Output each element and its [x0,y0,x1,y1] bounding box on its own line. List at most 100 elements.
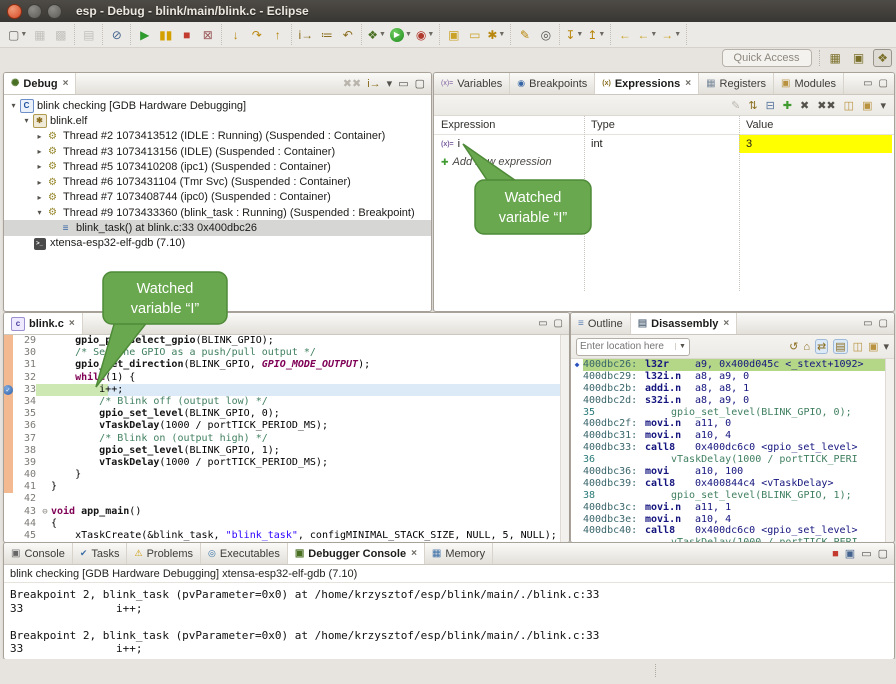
editor-minimize-icon[interactable]: ▭ [538,318,547,329]
debug-tree-item[interactable]: ▸⚙Thread #2 1073413512 (IDLE : Running) … [4,129,431,144]
refresh-icon[interactable]: ↺ [789,340,798,353]
remove-expression-icon[interactable]: ✖ [800,99,809,112]
code-line[interactable]: 39 vTaskDelay(1000 / portTICK_PERIOD_MS)… [4,457,569,469]
suspend-button[interactable]: ▮▮ [155,25,176,44]
expressions-maximize-icon[interactable]: ▢ [879,78,888,89]
dropdown-arrow-icon[interactable]: ▼ [379,31,386,38]
sync-active-context-icon[interactable]: ⇄ [815,339,828,354]
debug-tree-item[interactable]: ▸⚙Thread #7 1073408744 (ipc0) (Suspended… [4,190,431,205]
minimize-icon[interactable]: ▭ [861,547,871,560]
disassembly-minimize-icon[interactable]: ▭ [863,318,872,329]
annotate-button[interactable]: ✎ [514,25,535,44]
dropdown-arrow-icon[interactable]: ▼ [20,31,27,38]
open-perspective-button[interactable]: ▦ [827,50,844,66]
new-view-icon[interactable]: ◫ [844,99,854,112]
code-line[interactable]: 43⊖void app_main() [4,506,569,518]
save-button[interactable]: ▦ [29,25,50,44]
remove-all-terminated-icon[interactable]: ✖✖ [343,77,361,90]
step-into-button[interactable]: ↓ [225,25,246,44]
marker-column[interactable] [4,457,13,469]
go-to-line-button[interactable]: ↥▼ [585,25,607,44]
view-menu-icon[interactable]: ▾ [387,77,393,90]
debug-perspective-button[interactable]: ❖ [873,49,892,67]
dropdown-arrow-icon[interactable]: ▼ [674,31,681,38]
dropdown-arrow-icon[interactable]: ▼ [405,31,412,38]
new-project-button[interactable]: ▣ [443,25,464,44]
home-icon[interactable]: ⌂ [803,341,810,353]
collapse-all-icon[interactable]: ⊟ [766,99,775,112]
forward-button[interactable]: →▼ [659,25,683,44]
tree-expand-icon[interactable]: ▸ [34,147,45,156]
code-line[interactable]: 35 gpio_set_level(BLINK_GPIO, 0); [4,408,569,420]
code-line[interactable]: 45 xTaskCreate(&blink_task, "blink_task"… [4,530,569,542]
tab-modules[interactable]: ▣Modules [774,73,844,94]
close-icon[interactable]: × [685,78,691,89]
print-button[interactable]: ▤ [78,25,99,44]
tab-breakpoints[interactable]: ◉Breakpoints [510,73,595,94]
close-icon[interactable]: × [69,318,75,329]
dropdown-arrow-icon[interactable]: ▼ [427,31,434,38]
disassembly-maximize-icon[interactable]: ▢ [879,318,888,329]
location-combo[interactable]: ▼ [576,338,690,356]
debug-tree-item[interactable]: ≡blink_task() at blink.c:33 0x400dbc26 [4,220,431,235]
debug-tree-item[interactable]: ▸⚙Thread #3 1073413156 (IDLE) (Suspended… [4,144,431,159]
instruction-stepping-mode-icon[interactable]: i→ [367,78,380,90]
cpp-perspective-button[interactable]: ▣ [850,50,867,66]
debug-tree-item[interactable]: ▸⚙Thread #6 1073431104 (Tmr Svc) (Suspen… [4,174,431,189]
view-menu-icon[interactable]: ▾ [883,340,889,353]
tree-expand-icon[interactable]: ▸ [34,193,45,202]
code-line[interactable]: 42 [4,493,569,505]
step-over-button[interactable]: ↷ [246,25,267,44]
marker-column[interactable]: ✓ [4,384,13,396]
close-icon[interactable]: × [411,548,417,559]
remove-all-expressions-icon[interactable]: ✖✖ [817,99,835,112]
tab-console[interactable]: ▣Console [4,543,73,564]
tab-disassembly[interactable]: ▤Disassembly× [631,313,738,334]
overview-ruler[interactable] [560,335,569,542]
tree-expand-icon[interactable]: ▸ [34,132,45,141]
marker-column[interactable] [4,518,13,530]
column-header-expression[interactable]: Expression [434,116,584,134]
disconnect-button[interactable]: ⊠ [197,25,218,44]
new-button[interactable]: ▢▼ [6,25,29,44]
code-line[interactable]: 40 } [4,469,569,481]
dropdown-arrow-icon[interactable]: ▼ [650,31,657,38]
code-line[interactable]: 36 vTaskDelay(1000 / portTICK_PERIOD_MS)… [4,420,569,432]
marker-column[interactable] [4,335,13,347]
show-logical-structure-icon[interactable]: ⇅ [748,99,757,112]
tab-registers[interactable]: ▦Registers [699,73,774,94]
run-button[interactable]: ▶▼ [388,25,414,44]
tab-debug[interactable]: ✺ Debug × [4,73,76,94]
marker-column[interactable] [4,481,13,493]
column-header-type[interactable]: Type [584,116,739,134]
dropdown-arrow-icon[interactable]: ▼ [498,31,505,38]
window-maximize-button[interactable] [47,4,62,19]
tab-outline[interactable]: ≡Outline [571,313,631,334]
marker-column[interactable] [4,420,13,432]
search-button[interactable]: ◎ [535,25,556,44]
display-selected-console-icon[interactable]: ▣ [845,547,855,560]
code-line[interactable]: 34 /* Blink off (output low) */ [4,396,569,408]
code-line[interactable]: 38 gpio_set_level(BLINK_GPIO, 1); [4,445,569,457]
close-icon[interactable]: × [63,78,69,89]
tree-expand-icon[interactable]: ▾ [21,116,32,125]
pin-view-icon[interactable]: ▣ [868,340,878,353]
marker-column[interactable] [4,530,13,542]
disassembly-content[interactable]: ◆400dbc26:l32ra9, 0x400d045c <_stext+109… [571,359,886,542]
marker-column[interactable] [4,347,13,359]
marker-column[interactable] [4,445,13,457]
dropdown-arrow-icon[interactable]: ▼ [598,31,605,38]
marker-column[interactable] [4,396,13,408]
open-element-button[interactable]: ▭ [464,25,485,44]
view-menu-icon[interactable]: ▾ [880,99,886,112]
step-return-button[interactable]: ↑ [267,25,288,44]
tab-executables[interactable]: ◎Executables [201,543,288,564]
maximize-icon[interactable]: ▢ [415,77,425,90]
instruction-stepping-button[interactable]: i→ [295,25,316,44]
tab-blink-c[interactable]: c blink.c × [4,313,83,334]
marker-column[interactable] [4,506,13,518]
maximize-icon[interactable]: ▢ [878,547,888,560]
terminate-button[interactable]: ■ [176,25,197,44]
marker-column[interactable] [4,408,13,420]
dropdown-arrow-icon[interactable]: ▼ [576,31,583,38]
